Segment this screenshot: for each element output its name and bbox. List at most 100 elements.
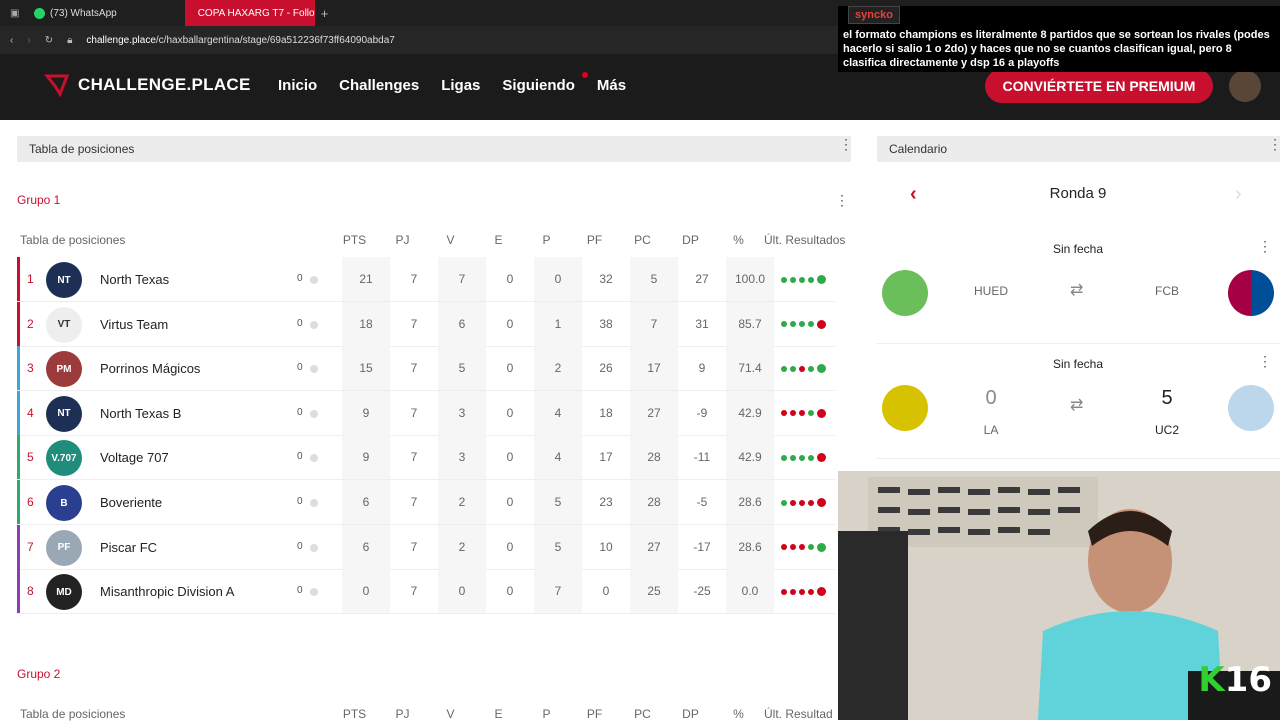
team-name[interactable]: North Texas	[100, 272, 169, 287]
cell-dp: -17	[693, 539, 711, 554]
team-name[interactable]: North Texas B	[100, 406, 181, 421]
team-name[interactable]: Voltage 707	[100, 450, 169, 465]
match-menu-icon[interactable]: ⋮	[1258, 353, 1272, 370]
next-round-icon[interactable]: ›	[1235, 183, 1242, 206]
swap-icon: ⇄	[1070, 397, 1084, 414]
position-number: 1	[27, 272, 34, 286]
new-tab-icon[interactable]: +	[315, 6, 329, 21]
cell-pj: 7	[410, 405, 418, 420]
result-loss-dot	[790, 544, 796, 551]
last-results	[781, 319, 826, 329]
cell-p: 5	[534, 480, 582, 524]
position-bar	[17, 301, 20, 346]
premium-button[interactable]: CONVIÉRTETE EN PREMIUM	[985, 69, 1213, 103]
cell-v: 6	[438, 301, 486, 346]
group-1-menu-icon[interactable]: ⋮	[835, 192, 849, 209]
cell-pct: 85.7	[726, 301, 774, 346]
team-name[interactable]: Porrinos Mágicos	[100, 361, 200, 376]
position-number: 8	[27, 584, 34, 599]
position-number: 7	[27, 539, 34, 554]
cell-e: 0	[506, 272, 514, 286]
table-row[interactable]: 9 7 3 0 4 18 27 -9 42.9 4 NT North Texas B 0	[17, 390, 835, 436]
calendar-title: Calendario	[889, 142, 948, 156]
cell-e: 0	[506, 405, 514, 420]
result-loss-dot	[817, 498, 826, 507]
result-loss-dot	[799, 410, 805, 417]
col2-pj: PJ	[395, 707, 410, 721]
team-name[interactable]: Piscar FC	[100, 540, 157, 555]
reload-icon[interactable]: ↻	[45, 35, 53, 46]
tab-challenge[interactable]: COPA HAXARG T7 - Follow	[184, 0, 315, 26]
calendar-menu-icon[interactable]	[1268, 142, 1272, 148]
result-win-dot	[790, 365, 796, 372]
user-avatar[interactable]	[1229, 70, 1261, 102]
table-row[interactable]: 6 7 2 0 5 23 28 -5 28.6 6 B Boveriente 0	[17, 480, 835, 525]
table-row[interactable]: 18 7 6 0 1 38 7 31 85.7 2 VT Virtus Team 0	[17, 301, 835, 347]
nav-challenges[interactable]: Challenges	[339, 77, 419, 94]
stream-badge-letter: K	[1198, 660, 1225, 700]
table-row[interactable]: 0 7 0 0 7 0 25 -25 0.0 8 MD Misanthropic Division A…	[17, 569, 835, 615]
match-card[interactable]: Sin fecha ⋮ 0 LA ⇄ 5 UC2	[876, 347, 1280, 459]
cell-v: 5	[438, 346, 486, 391]
forward-icon[interactable]: ›	[27, 35, 30, 46]
table-row[interactable]: 9 7 3 0 4 17 28 -11 42.9 5 V.707 Voltage 707 0	[17, 435, 835, 481]
tab-search-icon[interactable]: ▣	[0, 8, 20, 19]
result-win-dot	[808, 365, 814, 372]
last-results	[781, 364, 826, 374]
cell-pc: 5	[630, 257, 678, 301]
col-pts: PTS	[342, 233, 367, 247]
cell-p: 7	[534, 569, 582, 614]
nav-ligas[interactable]: Ligas	[441, 77, 480, 94]
cell-v: 0	[438, 569, 486, 614]
table-row[interactable]: 21 7 7 0 0 32 5 27 100.0 1 NT North Texas 0	[17, 257, 835, 302]
cell-pc: 27	[630, 390, 678, 435]
result-win-dot	[781, 454, 787, 461]
col-pf: PF	[586, 233, 603, 247]
col2-p: P	[542, 707, 551, 721]
cell-pc: 28	[630, 480, 678, 524]
home-team-name: HUED	[973, 284, 1008, 298]
back-icon[interactable]: ‹	[10, 35, 13, 46]
col-results: Últ. Resultados	[764, 233, 846, 247]
team-name[interactable]: Virtus Team	[100, 317, 168, 332]
cell-p: 0	[534, 257, 582, 301]
cell-dp: 9	[698, 361, 706, 376]
cell-dp: -9	[696, 405, 708, 420]
standings-panel-header: Tabla de posiciones	[17, 136, 851, 162]
result-loss-dot	[799, 544, 805, 551]
url-field[interactable]: challenge.place/c/haxballargentina/stage…	[86, 35, 394, 46]
result-win-dot	[817, 542, 826, 552]
result-win-dot	[781, 321, 787, 328]
col2-v: V	[446, 707, 455, 721]
result-loss-dot	[781, 410, 787, 417]
match-menu-icon[interactable]: ⋮	[1258, 238, 1272, 255]
chat-username: syncko	[848, 6, 900, 24]
result-win-dot	[817, 275, 826, 284]
cell-pj: 7	[410, 495, 418, 509]
status-dot-icon	[310, 320, 318, 329]
nav-inicio[interactable]: Inicio	[278, 77, 317, 94]
result-win-dot	[808, 454, 814, 461]
match-card[interactable]: Sin fecha ⋮ HUED ⇄ FCB	[876, 232, 1280, 344]
cell-dp: 31	[695, 316, 709, 331]
lock-icon: 🔒︎	[67, 34, 73, 46]
cell-pf: 17	[599, 450, 613, 465]
cell-v: 3	[438, 435, 486, 480]
team-name[interactable]: Boveriente	[100, 495, 162, 510]
team-count: 0	[297, 362, 303, 374]
nav-siguiendo[interactable]: Siguiendo	[502, 77, 575, 94]
standings-menu-icon[interactable]	[839, 142, 843, 148]
table-label: Tabla de posiciones	[20, 233, 126, 247]
col2-pct: %	[733, 707, 744, 721]
position-bar	[17, 257, 20, 301]
table-row[interactable]: 15 7 5 0 2 26 17 9 71.4 3 PM Porrinos Mágicos 0	[17, 346, 835, 392]
site-logo[interactable]: CHALLENGE.PLACE	[44, 72, 251, 98]
home-team-name: LA	[983, 423, 999, 437]
position-bar	[17, 435, 20, 480]
result-loss-dot	[790, 588, 796, 595]
tab-whatsapp[interactable]: (73) WhatsApp	[26, 0, 125, 26]
status-dot-icon	[310, 409, 318, 418]
nav-mas[interactable]: Más	[597, 77, 626, 94]
table-row[interactable]: 6 7 2 0 5 10 27 -17 28.6 7 PF Piscar FC 0	[17, 524, 835, 570]
team-name[interactable]: Misanthropic Division A	[100, 584, 234, 599]
